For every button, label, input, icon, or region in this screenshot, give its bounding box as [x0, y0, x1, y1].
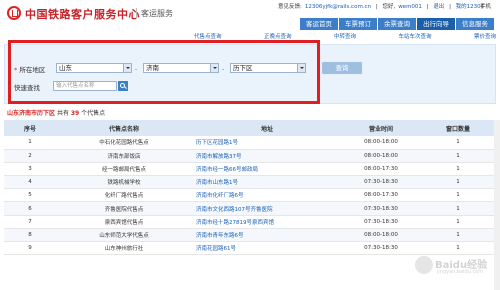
welcome-text: 您好, [382, 4, 396, 10]
window-count: 1 [420, 136, 496, 150]
agency-name: 山东神州旅行社 [56, 241, 192, 256]
business-hours: 07:30-18:30 [342, 201, 420, 216]
table-row: 1 中石化花园路代售点 历下区花园路1号 08:00-18:00 1 [4, 136, 496, 150]
agency-address-link[interactable]: 济南市山东路1号 [192, 175, 342, 190]
agency-name: 化纤厂路代售点 [56, 188, 192, 203]
table-row: 6 齐鲁医院代售点 济南市文化西路107号齐鲁医院 07:30-18:30 1 [4, 201, 496, 216]
window-count: 1 [420, 188, 496, 203]
window-count: 1 [420, 175, 496, 190]
row-index: 4 [4, 175, 56, 190]
railway-logo-icon[interactable] [7, 6, 21, 20]
agency-address-link[interactable]: 济南市文化西路107号齐鲁医院 [192, 201, 342, 216]
table-row: 7 泉西宾馆代售点 济南市经十路27819号泉西宾馆 07:30-18:30 1 [4, 215, 496, 229]
table-row: 2 济南东部饭店 济南市解放路37号 08:00-18:00 1 [4, 149, 496, 163]
window-count: 1 [420, 215, 496, 229]
feedback-label: 意见反馈: [278, 4, 302, 10]
table-row: 4 铁路机械学校 济南市山东路1号 07:30-18:30 1 [4, 175, 496, 190]
row-index: 8 [4, 228, 56, 243]
window-count: 1 [420, 228, 496, 243]
table-header-row: 序号 代售点名称 地址 营业时间 窗口数量 [4, 120, 496, 136]
agency-address-link[interactable]: 济南市化纤厂路6号 [192, 188, 342, 203]
nav-item-travel-guide[interactable]: 出行向导 [417, 18, 455, 30]
agency-address-link[interactable]: 济南市经十路27819号泉西宾馆 [192, 215, 342, 229]
agency-name: 齐鲁医院代售点 [56, 201, 192, 216]
row-index: 2 [4, 149, 56, 163]
mobile-link[interactable]: 手机 [480, 2, 491, 10]
table-row: 8 山东师范大学代售点 济南市青年东路6号 08:00-18:00 1 [4, 228, 496, 243]
agency-name: 山东师范大学代售点 [56, 228, 192, 243]
row-index: 3 [4, 162, 56, 177]
summary-suffix: 个代售点 [81, 110, 106, 117]
agency-address-link[interactable]: 济南市解放路37号 [192, 149, 342, 163]
nav-item-info-service[interactable]: 信息服务 [456, 18, 494, 30]
agency-name: 经一路邮局代售点 [56, 162, 192, 177]
window-count: 1 [420, 162, 496, 177]
highlight-annotation [8, 40, 320, 104]
feedback-email-link[interactable]: 12306yjfk@rails.com.cn [305, 4, 371, 10]
table-row: 3 经一路邮局代售点 济南市经一路66号邮政局 08:00-17:30 1 [4, 162, 496, 177]
agency-name: 中石化花园路代售点 [56, 136, 192, 150]
subnav-fare-query[interactable]: 票价查询 [474, 32, 496, 42]
site-subtitle: 客运服务 [141, 9, 173, 18]
subnav-station-train-query[interactable]: 车站车次查询 [398, 32, 431, 42]
business-hours: 08:00-17:30 [342, 162, 420, 177]
watermark-url: jingyan.baidu.com [437, 269, 484, 275]
agency-name: 济南东部饭店 [56, 149, 192, 163]
top-links: 意见反馈: 12306yjfk@rails.com.cn | 您好, wem001 … [278, 2, 487, 12]
paw-icon [415, 256, 433, 274]
username-link[interactable]: wem001 [398, 4, 422, 10]
business-hours: 07:30-18:30 [342, 241, 420, 256]
nav-item-booking[interactable]: 车票预订 [339, 18, 377, 30]
header: 中国铁路客户服务中心 客运服务 意见反馈: 12306yjfk@rails.com… [0, 0, 500, 36]
row-index: 7 [4, 215, 56, 229]
site-title[interactable]: 中国铁路客户服务中心 [25, 6, 140, 22]
subnav-transfer-query[interactable]: 中转查询 [334, 32, 356, 42]
col-header-address: 地址 [192, 120, 342, 136]
separator: | [375, 4, 378, 10]
separator: | [449, 4, 451, 10]
logout-link[interactable]: 退出 [433, 4, 444, 10]
agency-address-link[interactable]: 历下区花园路1号 [192, 136, 342, 150]
table-row: 5 化纤厂路代售点 济南市化纤厂路6号 08:00-17:30 1 [4, 188, 496, 203]
business-hours: 07:30-18:30 [342, 175, 420, 190]
agency-name: 铁路机械学校 [56, 175, 192, 190]
agency-address-link[interactable]: 济南市经一路66号邮政局 [192, 162, 342, 177]
row-index: 5 [4, 188, 56, 203]
business-hours: 08:00-18:00 [342, 136, 420, 150]
agency-name: 泉西宾馆代售点 [56, 215, 192, 229]
window-count: 1 [420, 201, 496, 216]
col-header-name: 代售点名称 [56, 120, 192, 136]
title-divider [136, 8, 137, 19]
row-index: 6 [4, 201, 56, 216]
agency-table: 序号 代售点名称 地址 营业时间 窗口数量 1 中石化花园路代售点 历下区花园路1号… [4, 120, 496, 256]
table-body: 1 中石化花园路代售点 历下区花园路1号 08:00-18:00 1 2 济南东部饭店 济南市… [4, 136, 496, 256]
agency-address-link[interactable]: 济南市青年东路6号 [192, 228, 342, 243]
window-count: 1 [420, 149, 496, 163]
summary-prefix: 共有 [56, 110, 69, 117]
row-index: 9 [4, 241, 56, 256]
summary-location: 山东济南市历下区 [7, 110, 56, 117]
business-hours: 07:30-18:30 [342, 215, 420, 229]
row-index: 1 [4, 136, 56, 150]
query-button[interactable]: 查询 [322, 62, 362, 74]
col-header-hours: 营业时间 [342, 120, 420, 136]
separator: | [426, 4, 429, 10]
agency-address-link[interactable]: 济南花园路61号 [192, 241, 342, 256]
nav-item-ticket-query[interactable]: 余票查询 [378, 18, 416, 30]
result-summary: 山东济南市历下区 共有 39 个代售点 [7, 108, 105, 117]
nav-item-home[interactable]: 客运首页 [300, 18, 338, 30]
col-header-index: 序号 [4, 120, 56, 136]
col-header-windows: 窗口数量 [420, 120, 496, 136]
business-hours: 08:00-18:00 [342, 228, 420, 243]
summary-count: 39 [70, 110, 80, 117]
baidu-watermark: Baidu经验 jingyan.baidu.com [415, 252, 497, 280]
main-nav: 客运首页 车票预订 余票查询 出行向导 信息服务 [300, 18, 495, 30]
business-hours: 08:00-17:30 [342, 188, 420, 203]
business-hours: 08:00-18:00 [342, 149, 420, 163]
